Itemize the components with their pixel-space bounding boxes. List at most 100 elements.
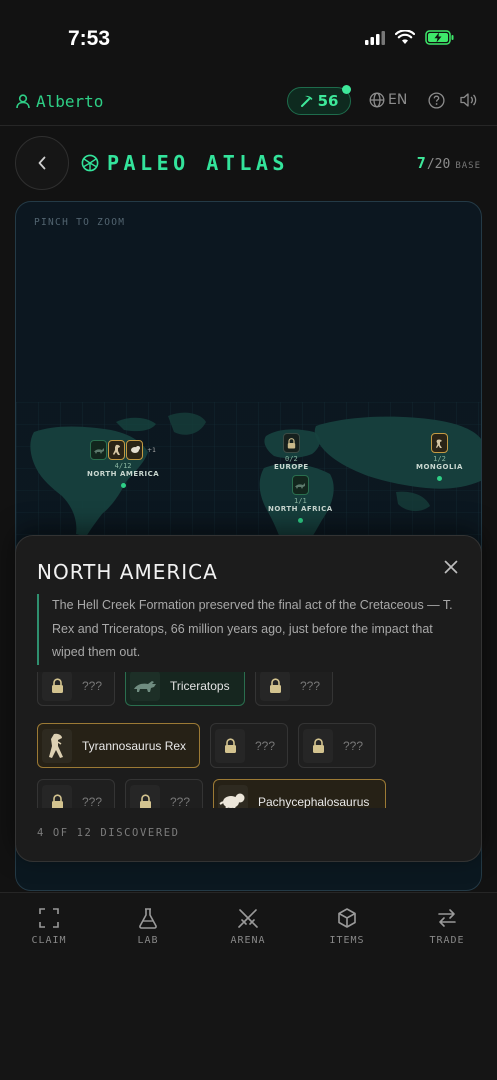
cellular-signal-icon bbox=[365, 30, 385, 45]
species-grid: ??? Triceratops ??? Tyrannosaurus Rex ??… bbox=[16, 672, 481, 814]
trex-icon bbox=[49, 733, 63, 758]
speaker-icon[interactable] bbox=[459, 92, 478, 108]
lock-icon bbox=[224, 737, 236, 753]
scan-icon bbox=[39, 908, 59, 928]
nav-label: LAB bbox=[137, 935, 159, 946]
region-dot bbox=[436, 476, 442, 481]
atlas-progress: 7 /20 BASE bbox=[417, 154, 481, 172]
nav-items[interactable]: ITEMS bbox=[307, 907, 387, 946]
close-button[interactable] bbox=[440, 556, 462, 578]
region-count: 4/12 bbox=[114, 462, 132, 470]
dino-thumb bbox=[90, 440, 108, 460]
user-icon bbox=[16, 94, 30, 109]
region-count: 1/1 bbox=[294, 497, 307, 505]
region-marker-north-africa[interactable]: 1/1 NORTH AFRICA bbox=[268, 475, 333, 523]
page-title-group: PALEO ATLAS bbox=[81, 151, 289, 175]
dino-thumb bbox=[108, 440, 126, 460]
region-marker-mongolia[interactable]: 1/2 MONGOLIA bbox=[416, 433, 463, 481]
species-label: Pachycephalosaurus bbox=[258, 794, 370, 809]
nav-label: ARENA bbox=[230, 935, 266, 946]
progress-label: BASE bbox=[455, 161, 481, 171]
species-label: ??? bbox=[82, 679, 103, 693]
lock-icon bbox=[287, 437, 296, 448]
region-count: 1/2 bbox=[433, 455, 446, 463]
species-label: ??? bbox=[82, 794, 103, 809]
pickaxe-icon bbox=[300, 95, 313, 107]
grid-fade bbox=[16, 808, 481, 820]
points-value: 56 bbox=[317, 92, 339, 110]
dino-thumb bbox=[430, 433, 448, 453]
species-thumb bbox=[130, 672, 160, 701]
region-dot bbox=[297, 518, 303, 523]
language-label: EN bbox=[388, 92, 408, 108]
region-title: NORTH AMERICA bbox=[37, 560, 218, 584]
species-label: Triceratops bbox=[170, 679, 230, 693]
help-icon[interactable] bbox=[428, 92, 445, 109]
region-marker-north-america[interactable]: +1 4/12 NORTH AMERICA bbox=[87, 440, 159, 488]
globe-grid-icon bbox=[81, 154, 99, 172]
progress-total: /20 bbox=[426, 157, 451, 172]
species-label: Tyrannosaurus Rex bbox=[82, 738, 187, 753]
wifi-icon bbox=[395, 30, 415, 44]
app-header: Alberto 56 EN bbox=[0, 80, 497, 126]
region-name: NORTH AMERICA bbox=[87, 470, 160, 478]
status-time: 7:53 bbox=[68, 27, 111, 50]
locked-thumb bbox=[215, 728, 245, 763]
discovered-count: 4 OF 12 DISCOVERED bbox=[37, 827, 180, 839]
pachycephalosaurus-icon bbox=[130, 446, 140, 453]
region-detail-sheet: NORTH AMERICA The Hell Creek Formation p… bbox=[15, 535, 482, 862]
nav-trade[interactable]: TRADE bbox=[407, 907, 487, 946]
nav-label: CLAIM bbox=[31, 935, 67, 946]
velociraptor-icon bbox=[435, 438, 442, 448]
dinosaur-icon bbox=[93, 447, 104, 454]
map-hint: PINCH TO ZOOM bbox=[34, 217, 126, 228]
swords-icon bbox=[238, 909, 258, 928]
flask-icon bbox=[139, 908, 157, 929]
extra-count: +1 bbox=[147, 446, 157, 454]
status-icons bbox=[365, 30, 455, 45]
locked-thumb bbox=[42, 672, 72, 701]
species-thumb bbox=[42, 728, 72, 763]
dino-thumb bbox=[291, 475, 309, 495]
nav-arena[interactable]: ARENA bbox=[208, 907, 288, 946]
nav-lab[interactable]: LAB bbox=[108, 907, 188, 946]
language-selector[interactable]: EN bbox=[369, 92, 407, 108]
triceratops-icon bbox=[134, 681, 156, 692]
species-label: ??? bbox=[170, 794, 191, 809]
username: Alberto bbox=[36, 92, 104, 111]
battery-charging-icon bbox=[425, 30, 454, 45]
species-label: ??? bbox=[300, 679, 321, 693]
user-profile[interactable]: Alberto bbox=[16, 92, 103, 111]
locked-thumb bbox=[303, 728, 333, 763]
region-marker-europe[interactable]: 0/2 EUROPE bbox=[274, 433, 309, 471]
dino-thumb bbox=[126, 440, 144, 460]
swap-arrows-icon bbox=[438, 909, 456, 927]
region-name: MONGOLIA bbox=[416, 463, 463, 471]
species-slot[interactable]: ??? bbox=[37, 672, 115, 706]
species-slot[interactable]: ??? bbox=[298, 723, 376, 768]
trex-icon bbox=[112, 444, 120, 455]
locked-thumb bbox=[260, 672, 290, 701]
species-slot[interactable]: Tyrannosaurus Rex bbox=[37, 723, 200, 768]
notification-dot bbox=[342, 85, 351, 94]
lock-icon bbox=[51, 678, 63, 693]
region-dot bbox=[120, 483, 126, 488]
species-slot[interactable]: Triceratops bbox=[125, 672, 245, 706]
bottom-nav: CLAIM LAB ARENA ITEMS TRADE bbox=[0, 892, 497, 1080]
nav-label: TRADE bbox=[429, 935, 465, 946]
lock-icon bbox=[312, 737, 324, 753]
species-label: ??? bbox=[255, 738, 276, 753]
points-badge[interactable]: 56 bbox=[287, 85, 351, 115]
locked-thumb bbox=[282, 433, 300, 453]
back-button[interactable] bbox=[15, 136, 69, 190]
species-slot[interactable]: ??? bbox=[255, 672, 333, 706]
species-slot[interactable]: ??? bbox=[210, 723, 288, 768]
nav-claim[interactable]: CLAIM bbox=[9, 907, 89, 946]
nav-label: ITEMS bbox=[329, 935, 365, 946]
progress-current: 7 bbox=[416, 154, 426, 172]
region-name: EUROPE bbox=[274, 463, 309, 471]
page-title: PALEO ATLAS bbox=[107, 151, 289, 175]
region-description: The Hell Creek Formation preserved the f… bbox=[37, 594, 457, 665]
globe-icon bbox=[369, 92, 385, 108]
region-count: 0/2 bbox=[285, 455, 298, 463]
